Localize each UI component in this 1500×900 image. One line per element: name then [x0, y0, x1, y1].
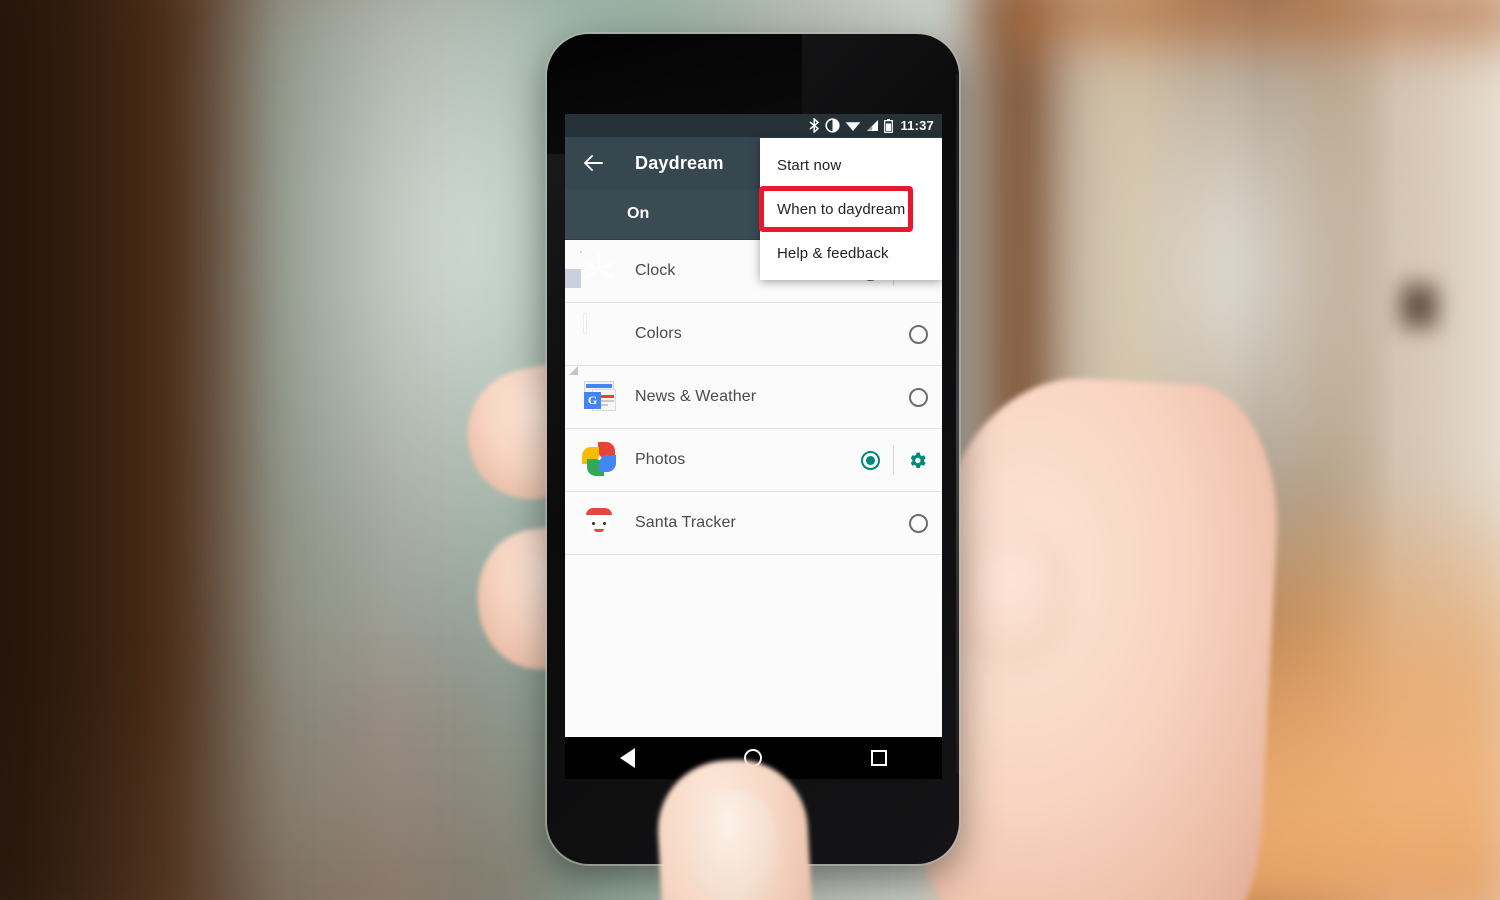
bluetooth-icon — [809, 118, 820, 133]
list-item-controls — [909, 387, 928, 407]
list-item-label: News & Weather — [635, 388, 757, 405]
list-item[interactable]: G News & Weather — [565, 366, 942, 429]
radio-button[interactable] — [909, 513, 928, 533]
colors-icon — [581, 314, 619, 353]
radio-button[interactable] — [909, 387, 928, 407]
battery-icon — [884, 118, 894, 133]
page-title: Daydream — [635, 152, 724, 173]
wifi-icon — [845, 119, 861, 132]
list-item[interactable]: Colors — [565, 303, 942, 366]
background-wall-spot — [1395, 278, 1443, 334]
overflow-menu: Start now When to daydream Help & feedba… — [760, 138, 942, 280]
smartphone-device: 11:37 Daydream On Clock Colors G News & … — [547, 34, 959, 864]
list-item[interactable]: Santa Tracker — [565, 492, 942, 555]
status-bar: 11:37 — [565, 114, 942, 137]
status-bar-clock: 11:37 — [900, 118, 934, 133]
daydream-state-label: On — [627, 205, 650, 222]
recents-nav-button[interactable] — [857, 737, 901, 779]
hand-thumb-nail — [690, 790, 776, 900]
cellular-signal-icon — [866, 119, 879, 132]
menu-item-help-feedback[interactable]: Help & feedback — [760, 231, 942, 275]
phone-edge-highlight — [956, 74, 959, 774]
list-item-controls — [861, 445, 928, 475]
news-weather-icon: G — [569, 366, 619, 416]
back-arrow-icon[interactable] — [581, 151, 605, 175]
menu-item-start-now[interactable]: Start now — [760, 143, 942, 187]
radio-button-selected[interactable] — [861, 450, 880, 470]
santa-tracker-icon — [581, 504, 619, 542]
background-top-band — [1000, 0, 1500, 60]
divider — [893, 445, 894, 475]
menu-item-when-to-daydream[interactable]: When to daydream — [760, 187, 942, 231]
clock-icon — [565, 252, 619, 290]
daydream-options-list: Clock Colors G News & Weather Photos San… — [565, 240, 942, 779]
list-item-label: Colors — [635, 325, 682, 342]
do-not-disturb-icon — [825, 118, 841, 133]
photos-icon — [581, 441, 619, 479]
back-nav-button[interactable] — [606, 737, 650, 779]
hand-knuckle — [950, 520, 1070, 670]
list-item-controls — [909, 324, 928, 344]
list-item[interactable]: Photos — [565, 429, 942, 492]
list-item-controls — [909, 513, 928, 533]
gear-icon[interactable] — [907, 450, 928, 471]
list-item-label: Santa Tracker — [635, 514, 736, 531]
list-item-label: Photos — [635, 451, 686, 468]
phone-screen: 11:37 Daydream On Clock Colors G News & … — [565, 114, 942, 779]
background-dark-left-wall — [0, 0, 270, 900]
radio-button[interactable] — [909, 324, 928, 344]
